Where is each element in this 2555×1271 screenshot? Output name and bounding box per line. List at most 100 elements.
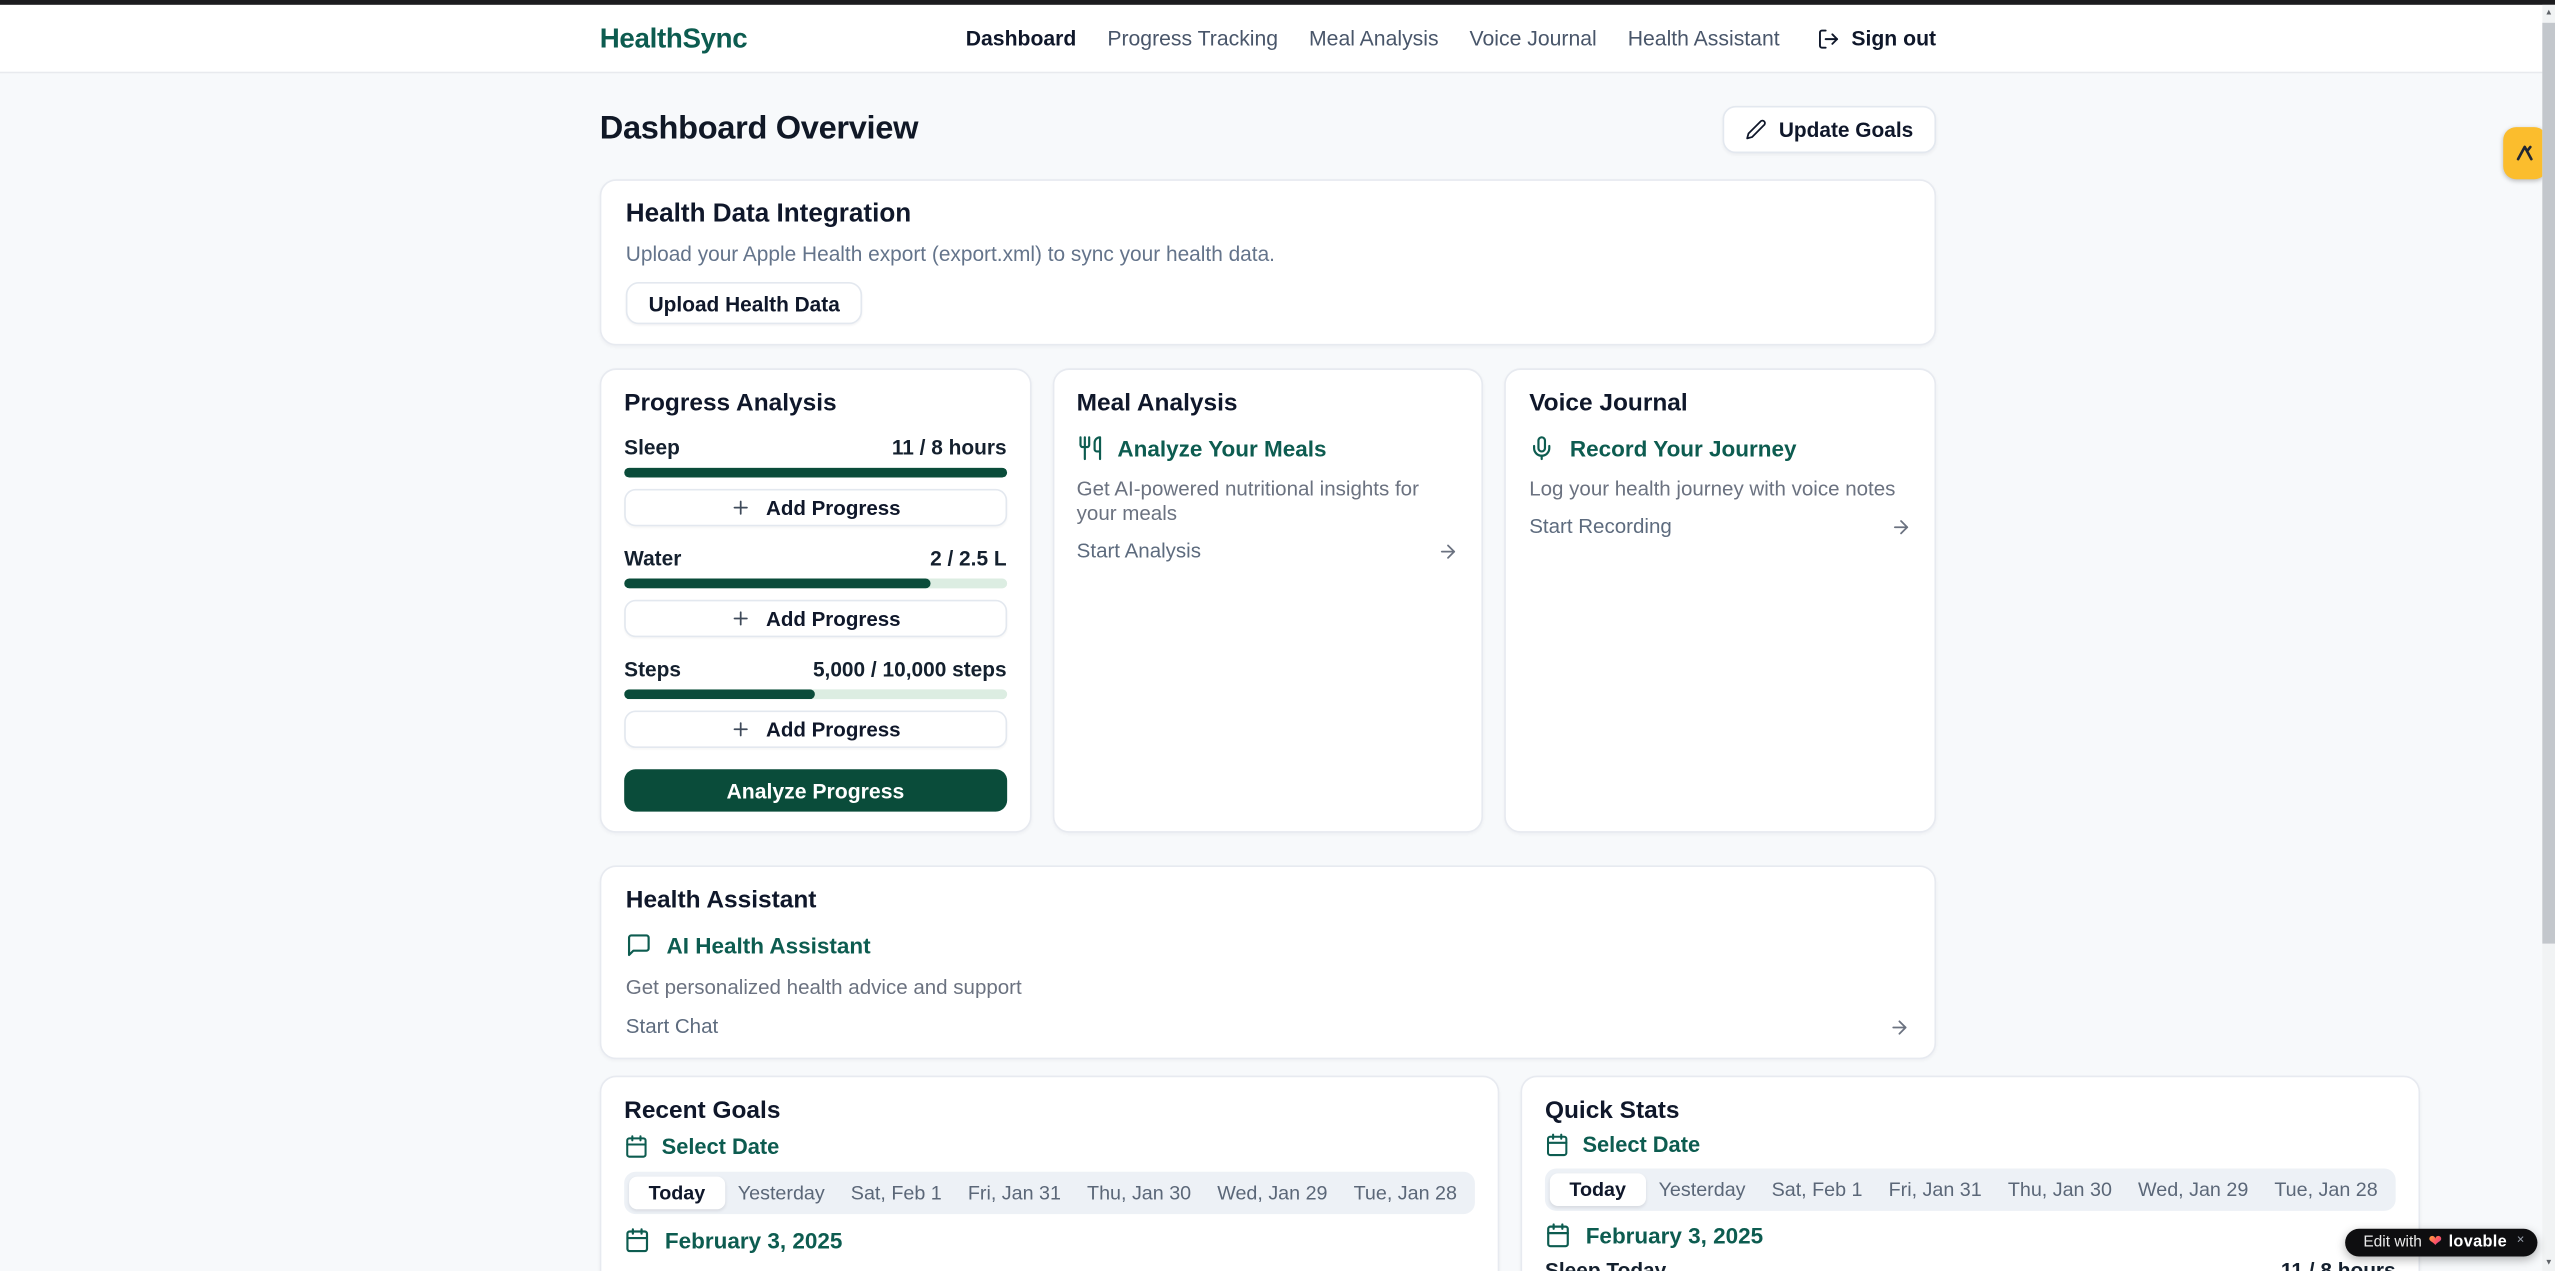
heart-icon: ❤ [2428, 1234, 2442, 1250]
scrollbar-down-arrow[interactable]: ▼ [2542, 1255, 2555, 1271]
analyze-your-meals-link[interactable]: Analyze Your Meals [1077, 435, 1459, 461]
calendar-icon [1545, 1222, 1571, 1248]
add-progress-sleep-button[interactable]: Add Progress [624, 489, 1006, 526]
chat-bubble-icon [626, 932, 652, 958]
progress-value: 11 / 8 hours [892, 435, 1007, 459]
selected-date-label: February 3, 2025 [665, 1228, 843, 1252]
select-date-button[interactable]: Select Date [1545, 1133, 2396, 1157]
tab-wed-jan-29[interactable]: Wed, Jan 29 [1204, 1177, 1340, 1210]
progress-row-steps: Steps 5,000 / 10,000 steps [624, 657, 1006, 681]
record-your-journey-link[interactable]: Record Your Journey [1529, 435, 1911, 461]
selected-date[interactable]: February 3, 2025 [1545, 1222, 2396, 1248]
analyze-progress-button[interactable]: Analyze Progress [624, 769, 1006, 811]
calendar-icon [624, 1134, 648, 1158]
arrow-right-icon [1889, 1016, 1910, 1037]
ai-health-assistant-link[interactable]: AI Health Assistant [626, 932, 1910, 958]
lovable-badge[interactable]: Edit with ❤ lovable × [2345, 1229, 2537, 1257]
close-icon[interactable]: × [2517, 1232, 2525, 1247]
add-progress-label: Add Progress [766, 496, 901, 519]
tab-sat-feb-1[interactable]: Sat, Feb 1 [838, 1177, 955, 1210]
page-scrollbar[interactable]: ▲ ▼ [2542, 5, 2555, 1271]
assistant-title: Health Assistant [626, 887, 1910, 915]
add-progress-water-button[interactable]: Add Progress [624, 600, 1006, 637]
lovable-label: lovable [2449, 1234, 2507, 1252]
recent-goals-card: Recent Goals Select Date Today Yesterday… [600, 1076, 1500, 1271]
tab-yesterday[interactable]: Yesterday [1646, 1173, 1759, 1206]
date-tabs: Today Yesterday Sat, Feb 1 Fri, Jan 31 T… [624, 1172, 1475, 1214]
page-title: Dashboard Overview [600, 111, 918, 148]
plus-icon [730, 608, 751, 629]
progress-row-sleep: Sleep 11 / 8 hours [624, 435, 1006, 459]
calendar-icon [1545, 1133, 1569, 1157]
tab-sat-feb-1[interactable]: Sat, Feb 1 [1759, 1173, 1876, 1206]
main-content: Dashboard Overview Update Goals Health D… [600, 73, 1936, 1271]
log-out-icon [1817, 27, 1840, 50]
tab-wed-jan-29[interactable]: Wed, Jan 29 [2125, 1173, 2261, 1206]
pencil-icon [1745, 119, 1766, 140]
start-chat-row[interactable]: Start Chat [626, 1015, 1910, 1038]
meal-analysis-card: Meal Analysis Analyze Your Meals Get AI-… [1052, 368, 1483, 832]
add-progress-steps-button[interactable]: Add Progress [624, 711, 1006, 748]
progress-bar-steps [624, 689, 1006, 699]
brand-logo: HealthSync [600, 22, 748, 55]
nav-progress-tracking[interactable]: Progress Tracking [1107, 26, 1278, 50]
sign-out-button[interactable]: Sign out [1817, 26, 1936, 50]
stat-value: 11 / 8 hours [2281, 1258, 2396, 1271]
nav-voice-journal[interactable]: Voice Journal [1470, 26, 1597, 50]
start-analysis-row[interactable]: Start Analysis [1077, 539, 1459, 562]
meal-title: Meal Analysis [1077, 389, 1459, 417]
tab-today[interactable]: Today [1550, 1173, 1646, 1206]
update-goals-label: Update Goals [1779, 117, 1913, 141]
stat-label: Sleep Today [1545, 1258, 1666, 1271]
quick-stats-title: Quick Stats [1545, 1097, 2396, 1125]
voice-journal-card: Voice Journal Record Your Journey Log yo… [1505, 368, 1936, 832]
main-nav: Dashboard Progress Tracking Meal Analysi… [966, 26, 1936, 50]
progress-row-water: Water 2 / 2.5 L [624, 546, 1006, 570]
integration-description: Upload your Apple Health export (export.… [626, 241, 1910, 265]
update-goals-button[interactable]: Update Goals [1722, 106, 1936, 153]
integration-title: Health Data Integration [626, 200, 1910, 229]
plus-icon [730, 719, 751, 740]
voice-title: Voice Journal [1529, 389, 1911, 417]
tab-fri-jan-31[interactable]: Fri, Jan 31 [955, 1177, 1074, 1210]
selected-date[interactable]: February 3, 2025 [624, 1227, 1475, 1253]
meal-description: Get AI-powered nutritional insights for … [1077, 478, 1459, 527]
sign-out-label: Sign out [1851, 26, 1936, 50]
analyze-your-meals-label: Analyze Your Meals [1117, 436, 1326, 460]
progress-label: Sleep [624, 435, 680, 459]
add-progress-label: Add Progress [766, 718, 901, 741]
arrow-right-icon [1890, 516, 1911, 537]
header: HealthSync Dashboard Progress Tracking M… [0, 5, 2555, 73]
tab-tue-jan-28[interactable]: Tue, Jan 28 [1341, 1177, 1470, 1210]
tab-yesterday[interactable]: Yesterday [725, 1177, 838, 1210]
edit-with-label: Edit with [2363, 1234, 2422, 1252]
select-date-button[interactable]: Select Date [624, 1134, 1475, 1158]
app-root: HealthSync Dashboard Progress Tracking M… [0, 0, 2555, 1271]
arrow-right-icon [1438, 540, 1459, 561]
progress-label: Steps [624, 657, 681, 681]
health-assistant-card: Health Assistant AI Health Assistant Get… [600, 865, 1936, 1059]
upload-health-data-button[interactable]: Upload Health Data [626, 282, 863, 324]
recent-goals-title: Recent Goals [624, 1097, 1475, 1125]
microphone-icon [1529, 435, 1555, 461]
start-recording-row[interactable]: Start Recording [1529, 515, 1911, 538]
assistant-extension-tab[interactable] [2503, 127, 2547, 179]
scrollbar-up-arrow[interactable]: ▲ [2542, 5, 2555, 21]
assistant-description: Get personalized health advice and suppo… [626, 976, 1910, 1000]
start-recording-label: Start Recording [1529, 515, 1672, 538]
stat-row-sleep-today: Sleep Today 11 / 8 hours [1545, 1258, 2396, 1271]
voice-description: Log your health journey with voice notes [1529, 478, 1911, 502]
utensils-icon [1077, 435, 1103, 461]
nav-meal-analysis[interactable]: Meal Analysis [1309, 26, 1439, 50]
progress-label: Water [624, 546, 681, 570]
plus-icon [730, 497, 751, 518]
scrollbar-thumb[interactable] [2542, 23, 2555, 944]
select-date-label: Select Date [1582, 1133, 1700, 1157]
nav-dashboard[interactable]: Dashboard [966, 26, 1077, 50]
tab-today[interactable]: Today [629, 1177, 725, 1210]
nav-health-assistant[interactable]: Health Assistant [1628, 26, 1780, 50]
tab-tue-jan-28[interactable]: Tue, Jan 28 [2261, 1173, 2390, 1206]
tab-thu-jan-30[interactable]: Thu, Jan 30 [1074, 1177, 1204, 1210]
tab-thu-jan-30[interactable]: Thu, Jan 30 [1995, 1173, 2125, 1206]
tab-fri-jan-31[interactable]: Fri, Jan 31 [1876, 1173, 1995, 1206]
